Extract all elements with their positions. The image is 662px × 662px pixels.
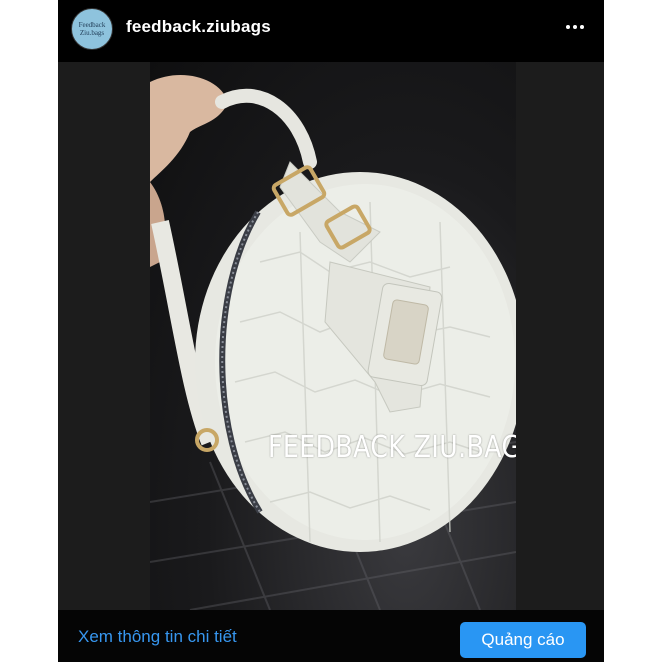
more-horizontal-icon[interactable] (564, 20, 586, 34)
avatar-text-line1: Feedback (78, 21, 106, 29)
post-photo: FEEDBACK ZIU.BAGS (150, 62, 516, 610)
instagram-post: Feedback Ziu.bags feedback.ziubags FEEDB… (58, 0, 604, 662)
dot (573, 25, 577, 29)
post-header: Feedback Ziu.bags feedback.ziubags (58, 0, 604, 56)
bag-photo-illustration (150, 74, 516, 610)
overlay-caption: FEEDBACK ZIU.BAGS (268, 430, 516, 465)
dot (566, 25, 570, 29)
avatar[interactable]: Feedback Ziu.bags (71, 8, 113, 50)
details-link[interactable]: Xem thông tin chi tiết (78, 627, 237, 647)
avatar-text-line2: Ziu.bags (79, 29, 105, 37)
post-media[interactable]: FEEDBACK ZIU.BAGS (58, 62, 604, 610)
post-footer: Xem thông tin chi tiết Quảng cáo (58, 610, 604, 662)
sponsored-button[interactable]: Quảng cáo (460, 622, 586, 658)
dot (580, 25, 584, 29)
username[interactable]: feedback.ziubags (126, 17, 271, 37)
